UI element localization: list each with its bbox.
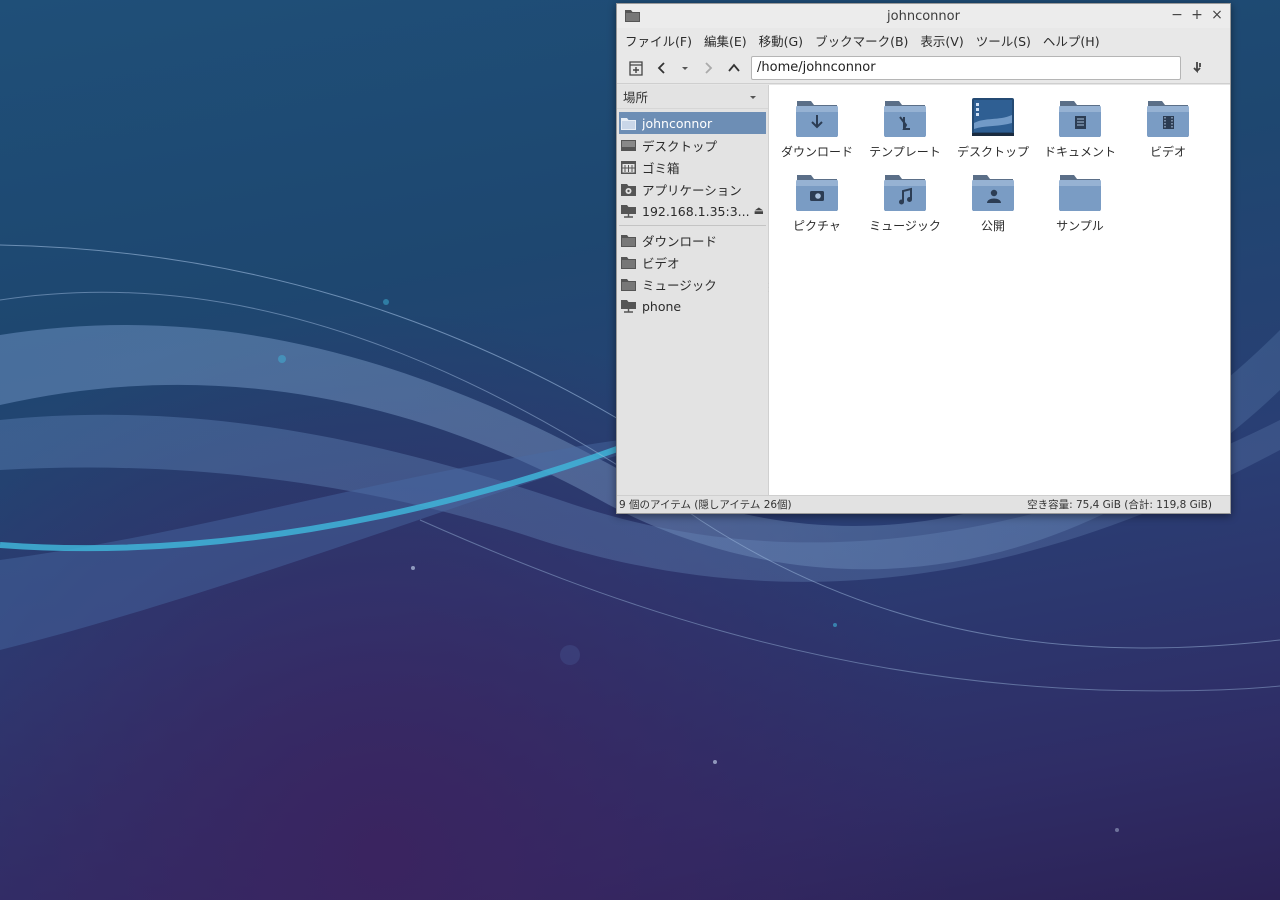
music-folder-icon	[884, 175, 926, 211]
sidebar-item-label: 192.168.1.35:3...	[642, 203, 750, 219]
sidebar-item-label: ダウンロード	[642, 233, 718, 249]
sidebar-item-applications[interactable]: アプリケーション	[617, 178, 768, 200]
file-item-templates[interactable]: テンプレート	[862, 97, 948, 167]
file-name: 公開	[980, 219, 1005, 233]
new-tab-icon	[629, 60, 643, 76]
file-item-public[interactable]: 公開	[950, 171, 1036, 241]
maximize-button[interactable]: +	[1190, 7, 1204, 23]
sidebar-item-label: デスクトップ	[642, 138, 718, 154]
sidebar-item-videos[interactable]: ビデオ	[617, 251, 768, 273]
public-folder-icon	[972, 175, 1014, 211]
sidebar-item-music[interactable]: ミュージック	[617, 273, 768, 295]
file-name: デスクトップ	[956, 145, 1029, 159]
file-view: ダウンロード テンプレート デスクトップ ドキュメント ビデオ ピクチャ ミュー…	[769, 85, 1230, 495]
documents-folder-icon	[1059, 101, 1101, 137]
file-name: ダウンロード	[780, 145, 853, 159]
desktop-icon	[621, 138, 637, 152]
menu-help[interactable]: ヘルプ(H)	[1037, 31, 1106, 50]
templates-folder-icon	[884, 101, 926, 137]
folder-icon	[625, 10, 640, 22]
file-item-downloads[interactable]: ダウンロード	[774, 97, 860, 167]
file-item-music[interactable]: ミュージック	[862, 171, 948, 241]
menu-bookmarks[interactable]: ブックマーク(B)	[809, 31, 914, 50]
chevron-left-icon	[657, 61, 665, 74]
menu-go[interactable]: 移動(G)	[753, 31, 809, 50]
folder-icon	[621, 255, 637, 269]
network-drive-icon	[621, 204, 637, 218]
window-titlebar[interactable]: johnconnor − + ×	[617, 4, 1230, 28]
sidebar-item-label: アプリケーション	[642, 182, 742, 198]
chevron-down-icon	[682, 66, 688, 70]
folder-icon	[621, 233, 637, 247]
menu-tools[interactable]: ツール(S)	[970, 31, 1037, 50]
sidebar-item-label: johnconnor	[642, 115, 713, 131]
pictures-folder-icon	[796, 175, 838, 211]
minimize-button[interactable]: −	[1170, 7, 1184, 23]
file-item-pictures[interactable]: ピクチャ	[774, 171, 860, 241]
desktop-folder-icon	[972, 98, 1014, 136]
sidebar-item-network-drive[interactable]: 192.168.1.35:3... ⏏	[617, 200, 768, 222]
chevron-down-icon	[750, 95, 756, 99]
sidebar-separator	[619, 225, 766, 226]
file-name: テンプレート	[869, 145, 941, 159]
sidebar-header-label: 場所	[623, 90, 649, 105]
new-tab-button[interactable]	[623, 56, 649, 80]
sidebar-item-desktop[interactable]: デスクトップ	[617, 134, 768, 156]
status-item-count: 9 個のアイテム (隠しアイテム 26個)	[619, 499, 792, 511]
sidebar-mode-selector[interactable]: 場所	[617, 85, 768, 109]
sidebar-item-phone[interactable]: phone	[617, 295, 768, 317]
parent-folder-button[interactable]	[721, 56, 747, 80]
file-name: ビデオ	[1149, 145, 1186, 159]
network-drive-icon	[621, 299, 637, 313]
eject-icon[interactable]: ⏏	[754, 204, 764, 217]
applications-icon	[621, 182, 637, 196]
file-item-documents[interactable]: ドキュメント	[1037, 97, 1123, 167]
menu-view[interactable]: 表示(V)	[914, 31, 969, 50]
trash-icon	[621, 160, 637, 174]
menu-file[interactable]: ファイル(F)	[619, 31, 698, 50]
file-name: ドキュメント	[1043, 145, 1116, 159]
window-controls: − + ×	[1170, 7, 1224, 23]
file-item-desktop[interactable]: デスクトップ	[950, 97, 1036, 167]
folder-icon	[1059, 175, 1101, 211]
sidebar-item-label: ビデオ	[642, 255, 680, 271]
sidebar-item-downloads[interactable]: ダウンロード	[617, 229, 768, 251]
status-free-space: 空き容量: 75,4 GiB (合計: 119,8 GiB)	[1027, 499, 1212, 511]
close-button[interactable]: ×	[1210, 7, 1224, 23]
file-manager-window: johnconnor − + × ファイル(F) 編集(E) 移動(G) ブック…	[616, 3, 1231, 514]
content-area: 場所 johnconnor デスクトップ ゴミ箱 アプリケーション 192.16…	[617, 85, 1230, 495]
file-item-samples[interactable]: サンプル	[1037, 171, 1123, 241]
sidebar: 場所 johnconnor デスクトップ ゴミ箱 アプリケーション 192.16…	[617, 85, 771, 495]
history-dropdown-button[interactable]	[675, 56, 695, 80]
location-input[interactable]	[751, 55, 1181, 80]
toolbar	[617, 52, 1230, 84]
back-button[interactable]	[649, 56, 675, 80]
videos-folder-icon	[1147, 101, 1189, 137]
file-name: ピクチャ	[793, 219, 841, 233]
menu-edit[interactable]: 編集(E)	[698, 31, 753, 50]
file-name: サンプル	[1056, 219, 1104, 233]
sidebar-item-label: ミュージック	[642, 277, 717, 293]
file-name: ミュージック	[869, 219, 941, 233]
sidebar-item-trash[interactable]: ゴミ箱	[617, 156, 768, 178]
go-arrow-icon	[1193, 61, 1201, 73]
sidebar-item-label: phone	[642, 298, 682, 314]
sidebar-item-label: ゴミ箱	[642, 160, 680, 176]
file-item-videos[interactable]: ビデオ	[1125, 97, 1211, 167]
menubar: ファイル(F) 編集(E) 移動(G) ブックマーク(B) 表示(V) ツール(…	[617, 28, 1230, 52]
go-button[interactable]	[1185, 56, 1211, 80]
sidebar-item-home[interactable]: johnconnor	[619, 112, 766, 134]
download-folder-icon	[796, 101, 838, 137]
forward-button[interactable]	[695, 56, 721, 80]
chevron-up-icon	[728, 63, 740, 72]
statusbar: 9 個のアイテム (隠しアイテム 26個) 空き容量: 75,4 GiB (合計…	[617, 495, 1230, 513]
chevron-right-icon	[705, 61, 713, 74]
folder-icon	[621, 277, 637, 291]
window-title: johnconnor	[887, 8, 960, 24]
folder-icon	[621, 116, 637, 130]
